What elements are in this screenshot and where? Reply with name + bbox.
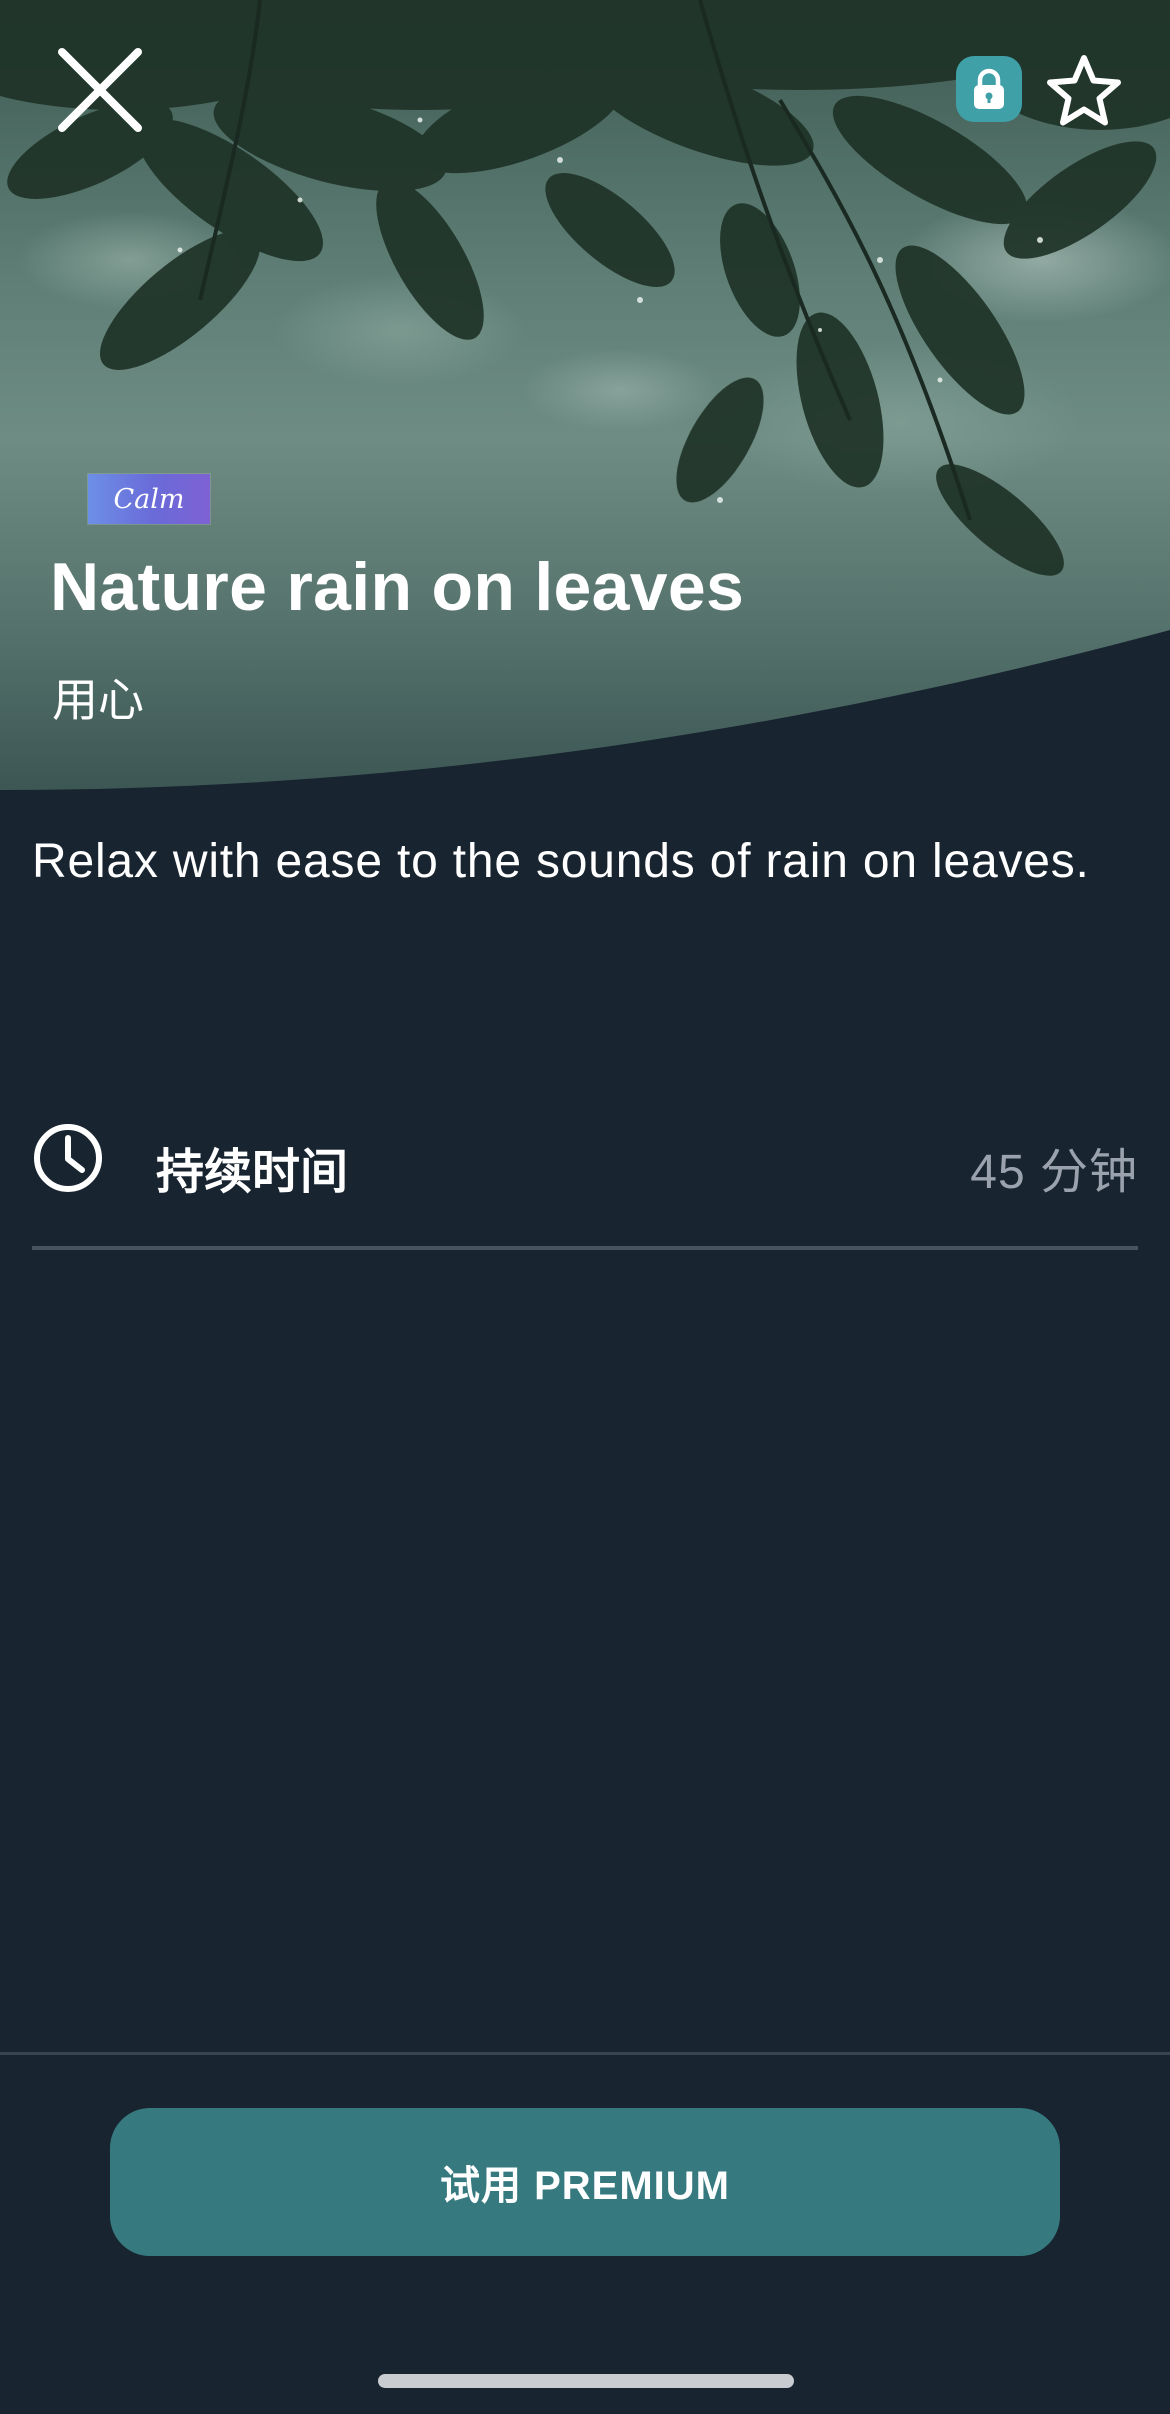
favorite-button[interactable] — [1044, 52, 1124, 132]
lock-icon — [974, 68, 1004, 109]
star-icon — [1047, 55, 1121, 126]
page-title: Nature rain on leaves — [50, 549, 745, 625]
subtitle: 用心 — [52, 674, 144, 726]
close-icon — [58, 48, 142, 132]
divider — [32, 1246, 1138, 1250]
duration-value: 45 分钟 — [970, 1146, 1138, 1199]
close-button[interactable] — [52, 42, 148, 138]
clock-icon — [34, 1124, 102, 1192]
hero-image: Calm Nature rain on leaves 用心 — [0, 0, 1170, 800]
duration-label: 持续时间 — [156, 1146, 349, 1199]
calm-logo: Calm — [88, 474, 210, 524]
duration-row: 持续时间 45 分钟 — [32, 1112, 1138, 1208]
description-text: Relax with ease to the sounds of rain on… — [32, 835, 1090, 888]
lock-badge[interactable] — [956, 56, 1022, 122]
footer-divider — [0, 2052, 1170, 2055]
try-premium-button[interactable]: 试用 PREMIUM — [110, 2108, 1060, 2256]
home-indicator[interactable] — [378, 2374, 794, 2388]
screen: Calm Nature rain on leaves 用心 Relax with… — [0, 0, 1170, 2414]
